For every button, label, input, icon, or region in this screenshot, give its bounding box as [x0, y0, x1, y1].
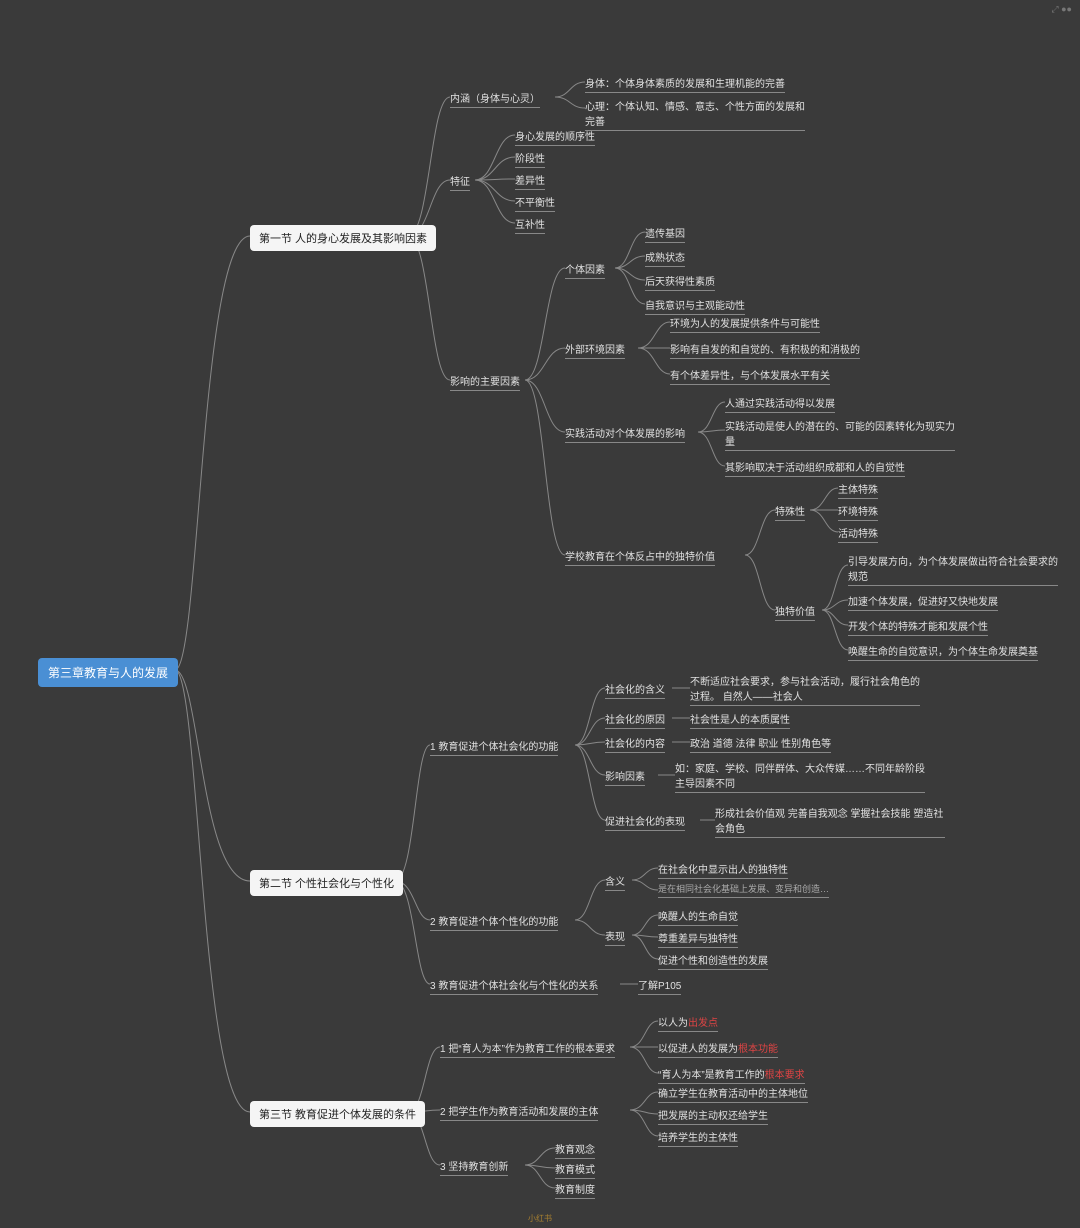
s2-b1-label[interactable]: 1 教育促进个体社会化的功能: [430, 738, 558, 756]
s2-b2-c2-leaf-0: 唤醒人的生命自觉: [658, 908, 738, 926]
s1-b2-leaf-3: 不平衡性: [515, 194, 555, 212]
s1-b2-leaf-1: 阶段性: [515, 150, 545, 168]
s1-b1-label[interactable]: 内涵（身体与心灵）: [450, 90, 540, 108]
s1-b3-c1-leaf-3: 自我意识与主观能动性: [645, 297, 745, 315]
s3-b1-leaf-2: “育人为本”是教育工作的根本要求: [658, 1066, 805, 1084]
s1-b2-leaf-0: 身心发展的顺序性: [515, 128, 595, 146]
s1-b3-c1-leaf-0: 遗传基因: [645, 225, 685, 243]
s1-b3-c4-d2-leaf-3: 唤醒生命的自觉意识，为个体生命发展奠基: [848, 643, 1038, 661]
s2-b2-c2-label[interactable]: 表现: [605, 928, 625, 946]
s2-b2-c1-label[interactable]: 含义: [605, 873, 625, 891]
s3-b3-label[interactable]: 3 坚持教育创新: [440, 1158, 508, 1176]
s2-b2-c2-leaf-2: 促进个性和创造性的发展: [658, 952, 768, 970]
s3-b3-leaf-1: 教育模式: [555, 1161, 595, 1179]
section-1[interactable]: 第一节 人的身心发展及其影响因素: [250, 225, 436, 251]
s2-b2-c2-leaf-1: 尊重差异与独特性: [658, 930, 738, 948]
s3-b1-leaf-1: 以促进人的发展为根本功能: [658, 1040, 778, 1058]
s1-b3-c4-label[interactable]: 学校教育在个体反占中的独特价值: [565, 548, 715, 566]
s1-b3-c3-leaf-1: 实践活动是使人的潜在的、可能的因素转化为现实力量: [725, 418, 955, 451]
s1-b1-leaf-1: 心理：个体认知、情感、意志、个性方面的发展和完善: [585, 98, 805, 131]
s1-b3-c4-d2-leaf-1: 加速个体发展，促进好又快地发展: [848, 593, 998, 611]
s1-b3-c1-leaf-2: 后天获得性素质: [645, 273, 715, 291]
s2-b3-note: 了解P105: [638, 977, 681, 995]
s1-b3-c4-d2-leaf-2: 开发个体的特殊才能和发展个性: [848, 618, 988, 636]
s1-b3-c4-d1-label[interactable]: 特殊性: [775, 503, 805, 521]
s1-b2-leaf-4: 互补性: [515, 216, 545, 234]
s1-b3-c1-label[interactable]: 个体因素: [565, 261, 605, 279]
mindmap-canvas: ⤢ ●●: [0, 0, 1080, 1228]
s1-b3-label[interactable]: 影响的主要因素: [450, 373, 520, 391]
s1-b3-c3-label[interactable]: 实践活动对个体发展的影响: [565, 425, 685, 443]
s1-b2-leaf-2: 差异性: [515, 172, 545, 190]
s2-b2-c1-leaf-0: 在社会化中显示出人的独特性: [658, 861, 788, 879]
s1-b3-c2-leaf-2: 有个体差异性，与个体发展水平有关: [670, 367, 830, 385]
watermark: 小红书: [528, 1213, 552, 1224]
s2-b3-label[interactable]: 3 教育促进个体社会化与个性化的关系: [430, 977, 598, 995]
s2-b2-label[interactable]: 2 教育促进个体个性化的功能: [430, 913, 558, 931]
s1-b1-leaf-0: 身体：个体身体素质的发展和生理机能的完善: [585, 75, 785, 93]
s1-b3-c4-d2-label[interactable]: 独特价值: [775, 603, 815, 621]
root-node[interactable]: 第三章教育与人的发展: [38, 658, 178, 687]
s2-b1-c2-label[interactable]: 社会化的原因: [605, 711, 665, 729]
s3-b2-leaf-1: 把发展的主动权还给学生: [658, 1107, 768, 1125]
s2-b1-c3-note: 政治 道德 法律 职业 性别角色等: [690, 735, 831, 753]
s3-b2-label[interactable]: 2 把学生作为教育活动和发展的主体: [440, 1103, 598, 1121]
s2-b1-c5-label[interactable]: 促进社会化的表现: [605, 813, 685, 831]
s2-b1-c1-label[interactable]: 社会化的含义: [605, 681, 665, 699]
s2-b1-c4-note: 如：家庭、学校、同伴群体、大众传媒……不同年龄阶段主导因素不同: [675, 760, 925, 793]
s1-b3-c2-leaf-1: 影响有自发的和自觉的、有积极的和消极的: [670, 341, 860, 359]
s1-b2-label[interactable]: 特征: [450, 173, 470, 191]
s1-b3-c4-d2-leaf-0: 引导发展方向，为个体发展做出符合社会要求的规范: [848, 553, 1058, 586]
section-2[interactable]: 第二节 个性社会化与个性化: [250, 870, 403, 896]
s2-b1-c2-note: 社会性是人的本质属性: [690, 711, 790, 729]
s1-b3-c2-leaf-0: 环境为人的发展提供条件与可能性: [670, 315, 820, 333]
s3-b3-leaf-0: 教育观念: [555, 1141, 595, 1159]
s3-b2-leaf-2: 培养学生的主体性: [658, 1129, 738, 1147]
s1-b3-c1-leaf-1: 成熟状态: [645, 249, 685, 267]
s2-b2-c1-leaf-1: 是在相同社会化基础上发展、变异和创造…: [658, 882, 829, 898]
s1-b3-c3-leaf-2: 其影响取决于活动组织成都和人的自觉性: [725, 459, 905, 477]
s2-b1-c5-note: 形成社会价值观 完善自我观念 掌握社会技能 塑造社会角色: [715, 805, 945, 838]
s1-b3-c4-d1-leaf-2: 活动特殊: [838, 525, 878, 543]
section-3[interactable]: 第三节 教育促进个体发展的条件: [250, 1101, 425, 1127]
s1-b3-c4-d1-leaf-0: 主体特殊: [838, 481, 878, 499]
s1-b3-c2-label[interactable]: 外部环境因素: [565, 341, 625, 359]
s3-b2-leaf-0: 确立学生在教育活动中的主体地位: [658, 1085, 808, 1103]
s1-b3-c3-leaf-0: 人通过实践活动得以发展: [725, 395, 835, 413]
s2-b1-c3-label[interactable]: 社会化的内容: [605, 735, 665, 753]
s3-b3-leaf-2: 教育制度: [555, 1181, 595, 1199]
s2-b1-c1-note: 不断适应社会要求，参与社会活动，履行社会角色的过程。 自然人——社会人: [690, 673, 920, 706]
s3-b1-label[interactable]: 1 把“育人为本”作为教育工作的根本要求: [440, 1040, 615, 1058]
s1-b3-c4-d1-leaf-1: 环境特殊: [838, 503, 878, 521]
fullscreen-icon[interactable]: ⤢ ●●: [1051, 4, 1072, 15]
s2-b1-c4-label[interactable]: 影响因素: [605, 768, 645, 786]
s3-b1-leaf-0: 以人为出发点: [658, 1014, 718, 1032]
